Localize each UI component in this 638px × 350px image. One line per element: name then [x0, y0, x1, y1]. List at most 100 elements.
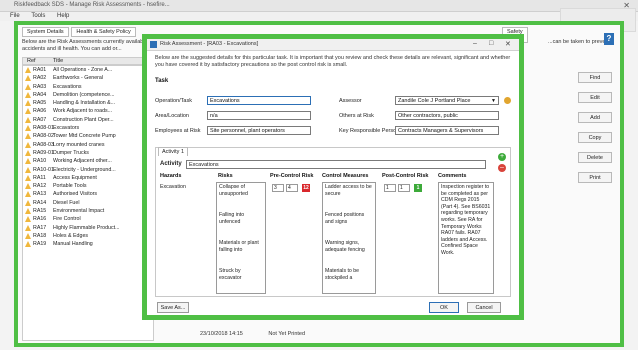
- list-item[interactable]: RA03 Excavations: [23, 83, 153, 91]
- list-item[interactable]: RA18 Holes & Edges: [23, 232, 153, 240]
- list-item-ref: RA18: [33, 232, 47, 239]
- list-item-title: Working Adjacent other...: [53, 158, 112, 165]
- list-item[interactable]: RA08-01 Excavators: [23, 124, 153, 132]
- assessor-label: Assessor: [339, 98, 362, 104]
- list-item[interactable]: RA17 Highly Flammable Product...: [23, 224, 153, 232]
- list-item[interactable]: RA08-03 Lorry mounted cranes: [23, 141, 153, 149]
- list-item[interactable]: RA15 Environmental Impact: [23, 207, 153, 215]
- others-at-risk-field[interactable]: Other contractors, public: [395, 111, 499, 120]
- list-item[interactable]: RA04 Demolition (competence...: [23, 91, 153, 99]
- list-item-title: Environmental Impact: [53, 208, 105, 215]
- add-activity-icon[interactable]: +: [498, 153, 506, 161]
- measure-item: Warning signs, adequate fencing: [325, 240, 365, 253]
- dialog-intro-text: Below are the suggested details for this…: [155, 55, 511, 68]
- list-item-ref: RA02: [33, 75, 47, 82]
- title-column-header[interactable]: Title: [53, 58, 63, 64]
- tab-activity-1[interactable]: Activity 1: [158, 147, 189, 156]
- find-button[interactable]: Find: [578, 72, 612, 83]
- menu-file[interactable]: File: [10, 12, 20, 21]
- list-item[interactable]: RA06 Work Adjacent to roads...: [23, 107, 153, 115]
- warning-icon: [25, 174, 31, 181]
- minimize-icon[interactable]: –: [473, 40, 477, 47]
- employees-at-risk-label: Employees at Risk: [155, 128, 201, 134]
- list-item-ref: RA11: [33, 174, 46, 181]
- post-control-score-badge: 1: [414, 184, 422, 192]
- list-item-ref: RA07: [33, 116, 47, 123]
- maximize-icon[interactable]: □: [489, 40, 493, 47]
- list-item-title: Lorry mounted cranes: [53, 141, 105, 148]
- list-item-ref: RA08-03: [33, 141, 54, 148]
- list-item[interactable]: RA01 All Operations - Zone A...: [23, 66, 153, 74]
- pre-severity-select[interactable]: 4: [286, 184, 298, 192]
- list-item-ref: RA17: [33, 224, 47, 231]
- post-likelihood-select[interactable]: 1: [384, 184, 396, 192]
- post-severity-select[interactable]: 1: [398, 184, 410, 192]
- measure-item: Materials to be stockpiled a: [325, 268, 360, 281]
- person-icon[interactable]: [504, 97, 511, 104]
- dialog-close-icon[interactable]: ✕: [505, 40, 511, 48]
- ref-column-header[interactable]: Ref: [27, 58, 36, 64]
- dialog-titlebar: Risk Assessment - [RA03 - Excavations] –…: [147, 39, 519, 51]
- save-as-button[interactable]: Save As...: [157, 302, 189, 313]
- risk-item: Materials or plant falling into: [219, 240, 259, 253]
- list-item[interactable]: RA07 Construction Plant Oper...: [23, 116, 153, 124]
- remove-activity-icon[interactable]: –: [498, 164, 506, 172]
- list-item-ref: RA19: [33, 241, 47, 248]
- warning-icon: [25, 191, 31, 198]
- list-item-ref: RA09-01: [33, 149, 54, 156]
- assessor-select[interactable]: Zandile Cole J Portland Place ▼: [395, 96, 499, 105]
- list-item[interactable]: RA14 Diesel Fuel: [23, 199, 153, 207]
- list-item-ref: RA08-01: [33, 125, 54, 132]
- list-item[interactable]: RA13 Authorised Visitors: [23, 190, 153, 198]
- menu-help[interactable]: Help: [57, 12, 69, 21]
- add-button[interactable]: Add: [578, 112, 612, 123]
- dialog-app-icon: [150, 41, 157, 48]
- window-title: Riskfeedback SDS - Manage Risk Assessmen…: [14, 2, 170, 8]
- list-item[interactable]: RA16 Fire Control: [23, 215, 153, 223]
- risks-cell[interactable]: Collapse of unsupported Falling into unf…: [216, 182, 266, 294]
- warning-icon: [25, 141, 31, 148]
- warning-icon: [25, 125, 31, 132]
- list-item[interactable]: RA09-01 Dumper Trucks: [23, 149, 153, 157]
- cancel-button[interactable]: Cancel: [467, 302, 501, 313]
- pre-likelihood-select[interactable]: 3: [272, 184, 284, 192]
- list-item[interactable]: RA19 Manual Handling: [23, 240, 153, 248]
- list-item[interactable]: RA10-01 Electricity - Underground...: [23, 166, 153, 174]
- activity-field[interactable]: Excavations: [186, 160, 486, 169]
- list-item[interactable]: RA08-02 Tower Mtd Concrete Pump: [23, 132, 153, 140]
- print-button[interactable]: Print: [578, 172, 612, 183]
- help-icon[interactable]: ?: [604, 33, 614, 45]
- others-at-risk-label: Others at Risk: [339, 113, 374, 119]
- copy-button[interactable]: Copy: [578, 132, 612, 143]
- comments-cell[interactable]: Inspection register to be completed as p…: [438, 182, 494, 294]
- list-item-title: Demolition (competence...: [53, 91, 115, 98]
- hazard-cell[interactable]: Excavation: [160, 184, 186, 191]
- ok-button[interactable]: OK: [429, 302, 459, 313]
- edit-button[interactable]: Edit: [578, 92, 612, 103]
- list-item[interactable]: RA02 Earthworks - General: [23, 74, 153, 82]
- list-item[interactable]: RA12 Portable Tools: [23, 182, 153, 190]
- list-item-ref: RA05: [33, 100, 47, 107]
- risk-assessment-list[interactable]: RA01 All Operations - Zone A... RA02 Earthw…: [22, 65, 154, 341]
- risk-assessment-dialog: Risk Assessment - [RA03 - Excavations] –…: [142, 34, 524, 320]
- list-item-ref: RA01: [33, 67, 47, 73]
- list-item[interactable]: RA05 Handling & Installation &...: [23, 99, 153, 107]
- warning-icon: [25, 232, 31, 239]
- employees-at-risk-field[interactable]: Site personnel, plant operators: [207, 126, 311, 135]
- list-item-title: Access Equipment: [53, 174, 97, 181]
- list-item[interactable]: RA10 Working Adjacent other...: [23, 157, 153, 165]
- list-item-title: Excavators: [53, 125, 80, 132]
- delete-button[interactable]: Delete: [578, 152, 612, 163]
- key-persons-field[interactable]: Contracts Managers & Supervisors: [395, 126, 499, 135]
- tab-system-details[interactable]: System Details: [22, 27, 69, 37]
- warning-icon: [25, 199, 31, 206]
- operation-field[interactable]: Excavations: [207, 96, 311, 105]
- list-item-title: Fire Control: [53, 216, 81, 223]
- location-field[interactable]: n/a: [207, 111, 311, 120]
- menu-tools[interactable]: Tools: [31, 12, 45, 21]
- control-measures-cell[interactable]: Ladder access to be secure Fenced positi…: [322, 182, 376, 294]
- measure-item: Fenced positions and signs: [325, 212, 365, 225]
- tab-health-safety-policy[interactable]: Health & Safety Policy: [71, 27, 136, 37]
- chevron-down-icon: ▼: [491, 98, 496, 104]
- list-item[interactable]: RA11 Access Equipment: [23, 174, 153, 182]
